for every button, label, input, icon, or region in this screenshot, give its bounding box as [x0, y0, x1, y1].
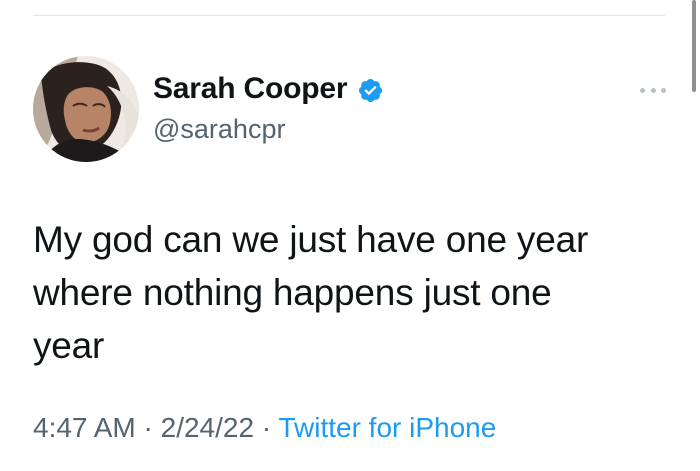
tweet-text: My god can we just have one year where n… [33, 213, 663, 372]
tweet-source-link[interactable]: Twitter for iPhone [278, 412, 496, 443]
separator: · [261, 412, 272, 443]
divider [33, 15, 665, 16]
verified-badge-icon [358, 78, 383, 103]
tweet-card: Sarah Cooper @sarahcpr My god can we jus… [0, 0, 700, 471]
tweet-text-line: My god can we just have one year [33, 219, 589, 260]
avatar[interactable] [33, 56, 139, 162]
separator: · [143, 412, 153, 443]
tweet-text-line: year [33, 325, 105, 366]
tweet-date[interactable]: 2/24/22 [161, 412, 254, 443]
scrollbar[interactable] [688, 0, 700, 471]
tweet-metadata: 4:47 AM · 2/24/22 · Twitter for iPhone [33, 412, 496, 444]
dot [661, 87, 666, 93]
user-handle[interactable]: @sarahcpr [153, 114, 285, 145]
dot [640, 87, 645, 93]
avatar-image [33, 56, 139, 162]
tweet-text-line: where nothing happens just one [33, 272, 552, 313]
dot [650, 87, 656, 93]
tweet-time[interactable]: 4:47 AM [33, 412, 136, 443]
more-options-icon[interactable] [640, 83, 666, 97]
scrollbar-thumb[interactable] [692, 0, 696, 92]
display-name[interactable]: Sarah Cooper [153, 72, 348, 106]
